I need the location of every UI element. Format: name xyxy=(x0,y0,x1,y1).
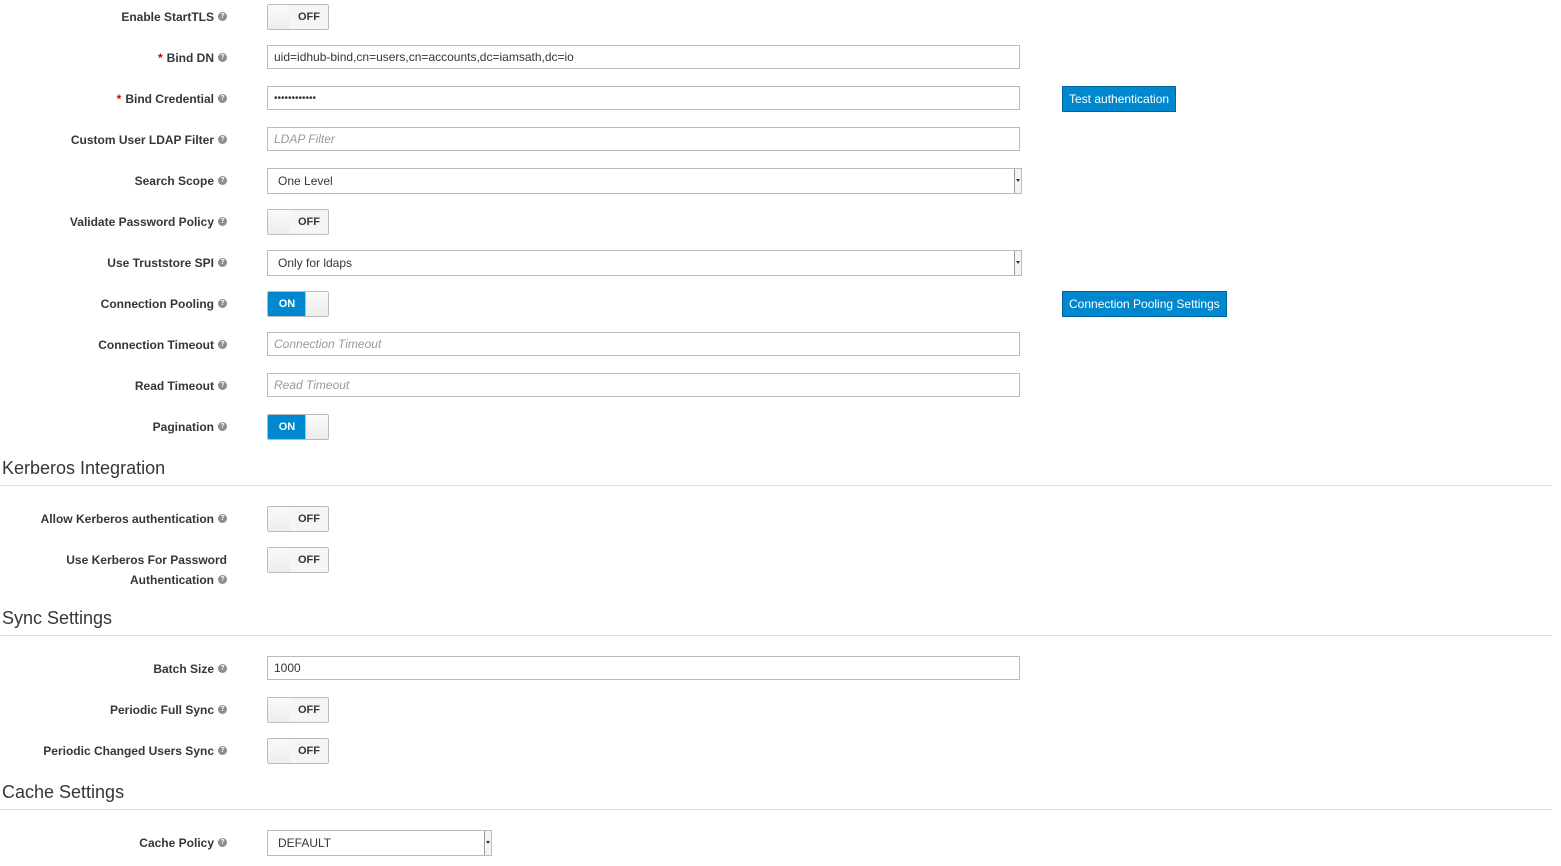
truststore-spi-select[interactable]: Only for ldaps xyxy=(267,250,1022,276)
allow-kerberos-label: Allow Kerberos authentication? xyxy=(41,509,227,529)
connection-timeout-input[interactable] xyxy=(267,332,1020,356)
toggle-knob xyxy=(305,415,328,439)
bind-dn-input[interactable] xyxy=(267,45,1020,69)
periodic-changed-sync-label: Periodic Changed Users Sync? xyxy=(43,741,227,761)
toggle-state: OFF xyxy=(290,507,328,531)
question-circle-icon[interactable]: ? xyxy=(218,217,227,227)
toggle-knob xyxy=(268,698,291,722)
toggle-state: OFF xyxy=(290,548,328,572)
periodic-changed-sync-toggle[interactable]: OFF xyxy=(267,738,329,764)
bind-credential-input[interactable] xyxy=(267,86,1020,110)
toggle-state: OFF xyxy=(290,5,328,29)
batch-size-label: Batch Size? xyxy=(153,659,227,679)
pagination-label: Pagination? xyxy=(153,417,227,437)
caret-down-icon xyxy=(1014,169,1021,193)
question-circle-icon[interactable]: ? xyxy=(218,340,227,350)
toggle-knob xyxy=(268,739,291,763)
kerberos-password-label: Use Kerberos For Password Authentication? xyxy=(66,553,227,587)
question-circle-icon[interactable]: ? xyxy=(218,575,227,585)
connection-timeout-label: Connection Timeout? xyxy=(98,335,227,355)
connection-pooling-settings-button[interactable]: Connection Pooling Settings xyxy=(1062,291,1227,317)
toggle-knob xyxy=(305,292,328,316)
question-circle-icon[interactable]: ? xyxy=(218,299,227,309)
periodic-full-sync-label: Periodic Full Sync? xyxy=(110,700,227,720)
enable-starttls-toggle[interactable]: OFF xyxy=(267,4,329,30)
toggle-knob xyxy=(268,507,291,531)
allow-kerberos-toggle[interactable]: OFF xyxy=(267,506,329,532)
bind-credential-label: * Bind Credential? xyxy=(117,89,227,109)
question-circle-icon[interactable]: ? xyxy=(218,258,227,268)
connection-pooling-label: Connection Pooling? xyxy=(101,294,227,314)
batch-size-input[interactable] xyxy=(267,656,1020,680)
search-scope-label: Search Scope? xyxy=(135,171,227,191)
question-circle-icon[interactable]: ? xyxy=(218,12,227,22)
toggle-state: ON xyxy=(268,415,306,439)
truststore-spi-label: Use Truststore SPI? xyxy=(107,253,227,273)
read-timeout-label: Read Timeout? xyxy=(135,376,227,396)
section-divider xyxy=(0,635,1552,636)
validate-password-policy-toggle[interactable]: OFF xyxy=(267,209,329,235)
search-scope-select[interactable]: One Level xyxy=(267,168,1022,194)
bind-dn-label: * Bind DN? xyxy=(158,48,227,68)
toggle-state: OFF xyxy=(290,698,328,722)
question-circle-icon[interactable]: ? xyxy=(218,135,227,145)
toggle-knob xyxy=(268,548,291,572)
ldap-filter-input[interactable] xyxy=(267,127,1020,151)
cache-section-title: Cache Settings xyxy=(2,782,125,802)
toggle-state: OFF xyxy=(290,210,328,234)
toggle-knob xyxy=(268,210,291,234)
question-circle-icon[interactable]: ? xyxy=(218,838,227,848)
caret-down-icon xyxy=(1014,251,1021,275)
cache-policy-label: Cache Policy? xyxy=(139,833,227,853)
validate-password-policy-label: Validate Password Policy? xyxy=(70,212,227,232)
sync-section-title: Sync Settings xyxy=(2,608,113,628)
cache-policy-select[interactable]: DEFAULT xyxy=(267,830,492,856)
kerberos-password-toggle[interactable]: OFF xyxy=(267,547,329,573)
question-circle-icon[interactable]: ? xyxy=(218,381,227,391)
section-divider xyxy=(0,485,1552,486)
ldap-filter-label: Custom User LDAP Filter? xyxy=(71,130,227,150)
enable-starttls-label: Enable StartTLS? xyxy=(121,7,227,27)
section-divider xyxy=(0,809,1552,810)
question-circle-icon[interactable]: ? xyxy=(218,514,227,524)
question-circle-icon[interactable]: ? xyxy=(218,53,227,63)
toggle-knob xyxy=(268,5,291,29)
read-timeout-input[interactable] xyxy=(267,373,1020,397)
test-authentication-button[interactable]: Test authentication xyxy=(1062,86,1177,112)
question-circle-icon[interactable]: ? xyxy=(218,422,227,432)
question-circle-icon[interactable]: ? xyxy=(218,664,227,674)
pagination-toggle[interactable]: ON xyxy=(267,414,329,440)
question-circle-icon[interactable]: ? xyxy=(218,94,227,104)
kerberos-section-title: Kerberos Integration xyxy=(2,458,166,478)
periodic-full-sync-toggle[interactable]: OFF xyxy=(267,697,329,723)
question-circle-icon[interactable]: ? xyxy=(218,705,227,715)
connection-pooling-toggle[interactable]: ON xyxy=(267,291,329,317)
question-circle-icon[interactable]: ? xyxy=(218,746,227,756)
required-marker: * xyxy=(116,92,122,106)
caret-down-icon xyxy=(484,831,491,855)
required-marker: * xyxy=(158,51,163,65)
toggle-state: OFF xyxy=(290,739,328,763)
toggle-state: ON xyxy=(268,292,306,316)
question-circle-icon[interactable]: ? xyxy=(218,176,227,186)
